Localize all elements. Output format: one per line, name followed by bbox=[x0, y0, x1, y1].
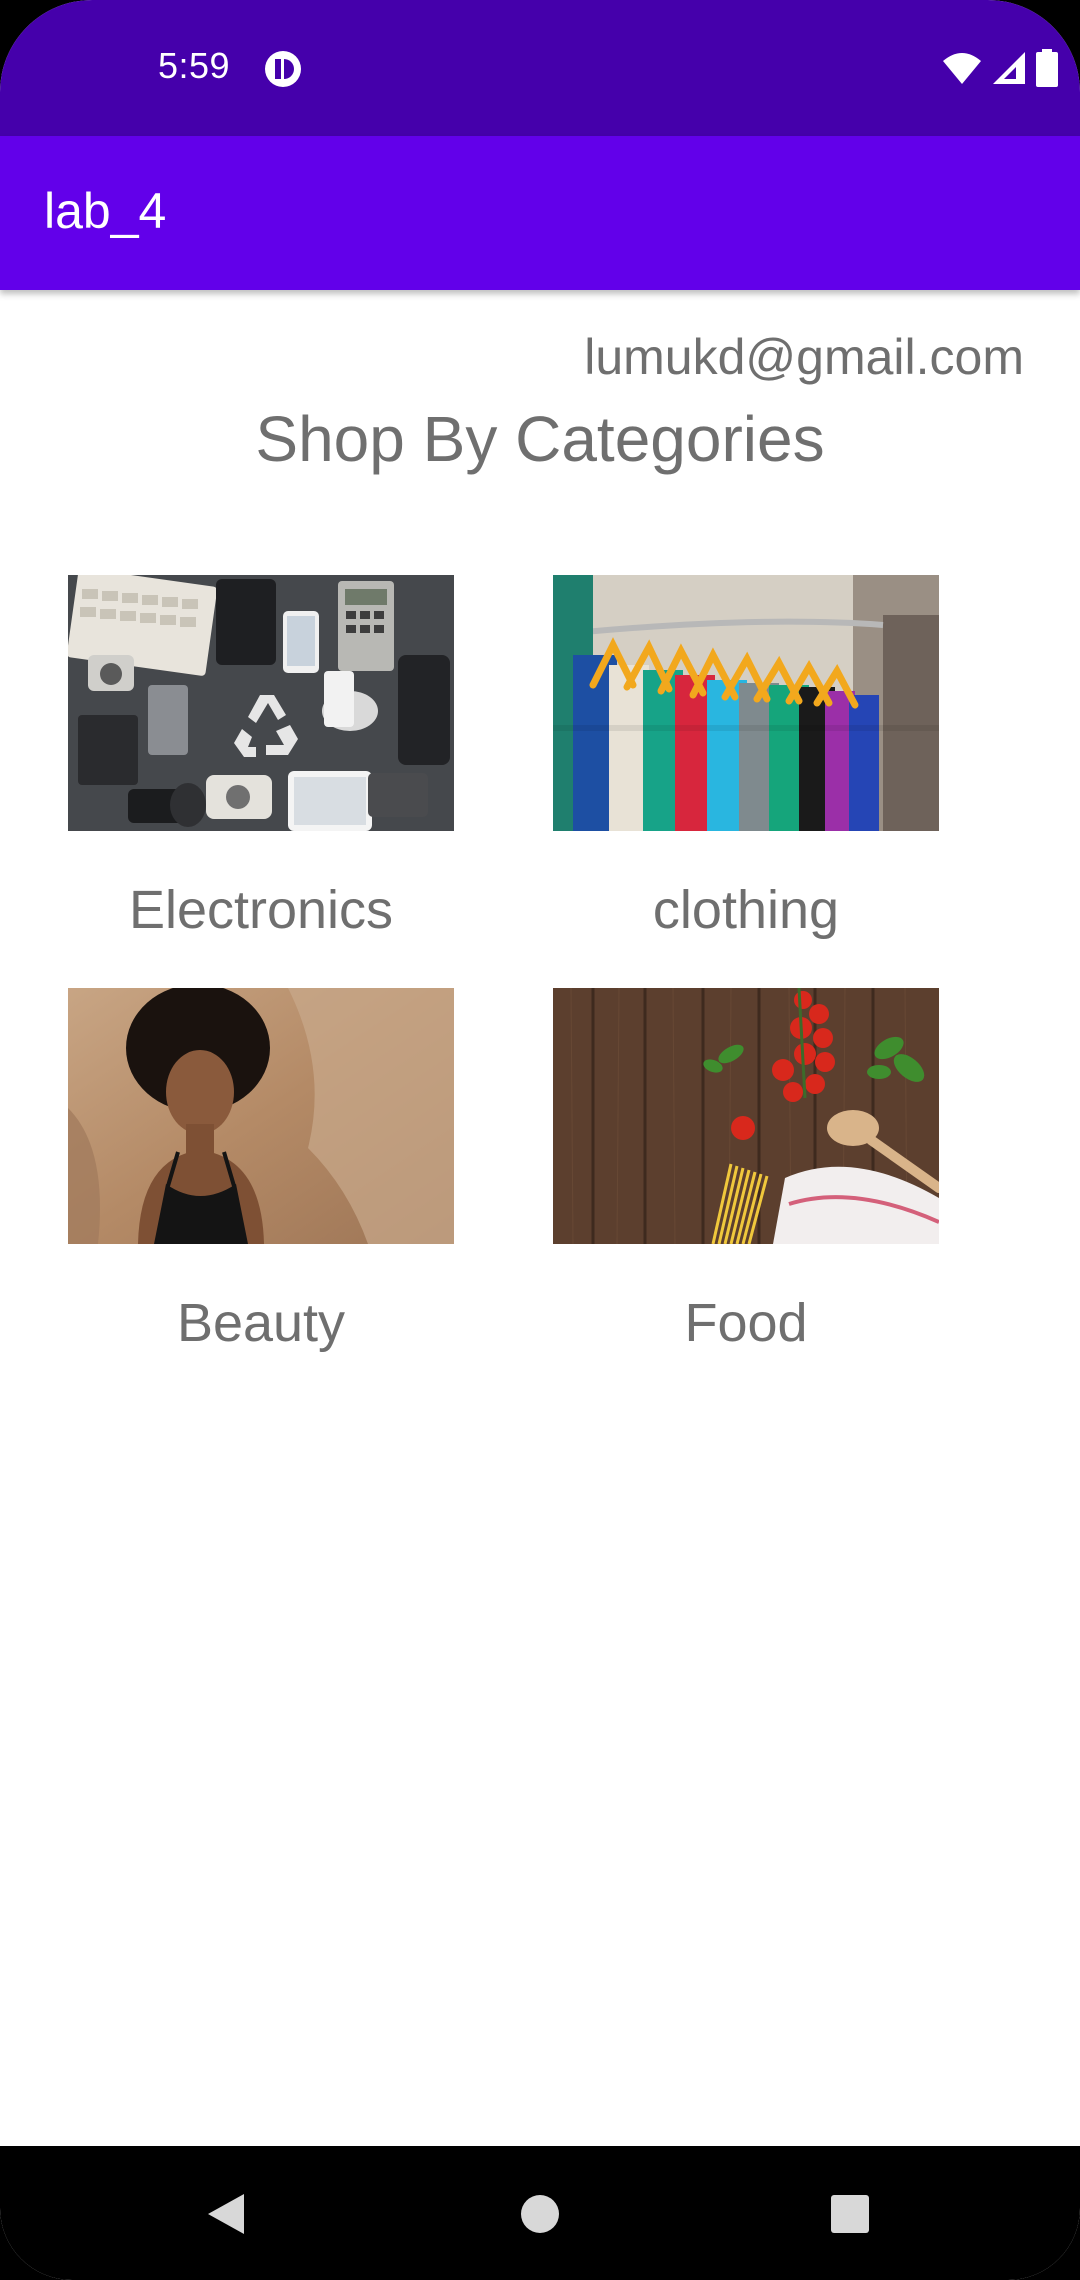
signal-icon bbox=[993, 52, 1025, 84]
wifi-icon bbox=[943, 53, 981, 84]
clothing-photo[interactable] bbox=[553, 575, 939, 831]
status-time: 5:59 bbox=[158, 45, 231, 86]
system-nav-bar bbox=[0, 2146, 1080, 2280]
status-bar: 5:59 bbox=[0, 0, 1080, 136]
home-icon bbox=[521, 2195, 559, 2233]
app-title: lab_4 bbox=[44, 183, 167, 239]
recents-button[interactable] bbox=[812, 2176, 888, 2252]
app-bar: lab_4 bbox=[0, 136, 1080, 290]
beauty-photo[interactable] bbox=[68, 988, 454, 1244]
back-icon bbox=[208, 2194, 244, 2234]
category-label-food[interactable]: Food bbox=[553, 1292, 939, 1354]
category-clothing[interactable]: clothing bbox=[553, 575, 939, 940]
battery-icon bbox=[1036, 49, 1058, 87]
user-email: lumukd@gmail.com bbox=[584, 329, 1024, 385]
category-label-electronics[interactable]: Electronics bbox=[68, 879, 454, 941]
home-button[interactable] bbox=[502, 2176, 578, 2252]
food-photo[interactable] bbox=[553, 988, 939, 1244]
category-beauty[interactable]: Beauty bbox=[68, 988, 454, 1353]
category-label-beauty[interactable]: Beauty bbox=[68, 1292, 454, 1354]
page-heading: Shop By Categories bbox=[255, 403, 825, 475]
category-label-clothing[interactable]: clothing bbox=[553, 879, 939, 941]
phone-screen: 5:59 lab_4 lumukd@gmail.com Shop By Cate bbox=[0, 0, 1080, 2280]
category-food[interactable]: Food bbox=[553, 988, 939, 1353]
notification-app-icon bbox=[265, 51, 301, 87]
electronics-photo[interactable] bbox=[68, 575, 454, 831]
category-electronics[interactable]: Electronics bbox=[68, 575, 454, 940]
main-content: lumukd@gmail.com Shop By Categories Elec… bbox=[0, 290, 1080, 2146]
status-icons bbox=[942, 48, 1058, 88]
back-button[interactable] bbox=[188, 2176, 264, 2252]
recents-icon bbox=[831, 2195, 869, 2233]
